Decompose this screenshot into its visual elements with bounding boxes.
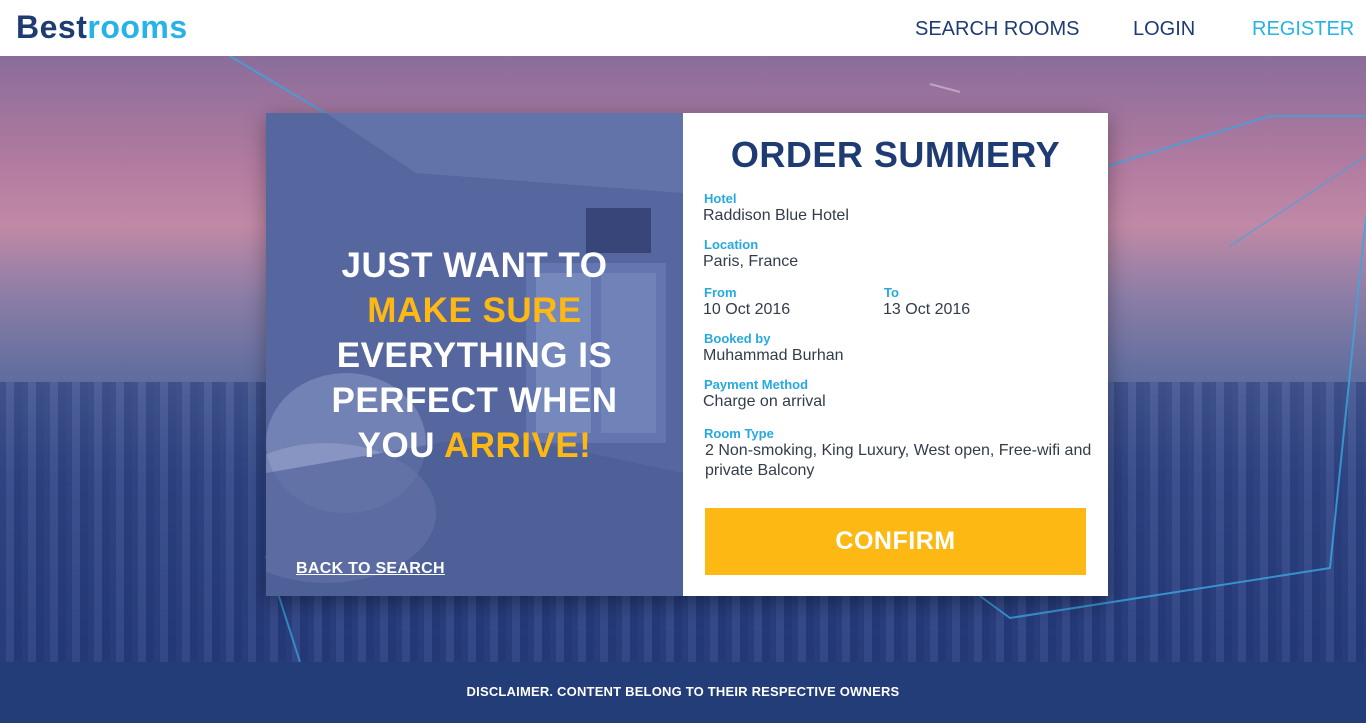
from-label: From <box>704 285 737 300</box>
tagline-line-4: PERFECT WHEN <box>331 381 618 420</box>
hotel-label: Hotel <box>704 191 737 206</box>
footer-disclaimer: DISCLAIMER. CONTENT BELONG TO THEIR RESP… <box>466 684 900 699</box>
room-type-label: Room Type <box>704 426 774 441</box>
booked-by-value: Muhammad Burhan <box>703 347 844 364</box>
promo-panel: JUST WANT TO MAKE SURE EVERYTHING IS PER… <box>266 113 683 596</box>
room-type-value: 2 Non-smoking, King Luxury, West open, F… <box>705 442 1092 479</box>
location-value: Paris, France <box>703 253 799 270</box>
tagline-line-1: JUST WANT TO <box>341 246 608 285</box>
bestrooms-logo[interactable]: Bestrooms <box>16 8 188 46</box>
confirm-button[interactable]: CONFIRM <box>705 508 1086 575</box>
tagline-you: YOU <box>357 426 435 465</box>
order-summary-title: ORDER SUMMERY <box>730 134 1061 175</box>
to-date-field: To 13 Oct 2016 <box>883 286 970 319</box>
to-value: 13 Oct 2016 <box>883 301 971 318</box>
promo-tagline: JUST WANT TO MAKE SURE EVERYTHING IS PER… <box>266 243 683 468</box>
nav-login-link[interactable]: LOGIN <box>1133 17 1195 41</box>
tagline-arrive: ARRIVE! <box>443 426 592 465</box>
to-label: To <box>884 285 899 300</box>
footer: DISCLAIMER. CONTENT BELONG TO THEIR RESP… <box>0 662 1366 723</box>
nav-search-rooms-link[interactable]: SEARCH ROOMS <box>915 17 1079 41</box>
location-field: Location Paris, France <box>703 238 798 271</box>
tagline-line-2: MAKE SURE <box>367 291 582 330</box>
location-label: Location <box>704 237 759 252</box>
order-summary-panel: ORDER SUMMERY Hotel Raddison Blue Hotel … <box>683 113 1108 596</box>
payment-method-label: Payment Method <box>704 377 809 392</box>
tagline-line-3: EVERYTHING IS <box>336 336 613 375</box>
order-card: JUST WANT TO MAKE SURE EVERYTHING IS PER… <box>266 113 1108 596</box>
from-date-field: From 10 Oct 2016 <box>703 286 790 319</box>
logo-text-best: Best <box>16 9 88 45</box>
payment-method-field: Payment Method Charge on arrival <box>703 378 826 411</box>
hotel-field: Hotel Raddison Blue Hotel <box>703 192 849 225</box>
logo-text-rooms: rooms <box>87 9 188 45</box>
nav-register-link[interactable]: REGISTER <box>1252 17 1354 41</box>
back-to-search-link[interactable]: BACK TO SEARCH <box>296 560 445 578</box>
booked-by-label: Booked by <box>704 331 771 346</box>
room-type-field: Room Type 2 Non-smoking, King Luxury, We… <box>703 427 1098 481</box>
tagline-line-5: YOU ARRIVE! <box>266 423 683 468</box>
booked-by-field: Booked by Muhammad Burhan <box>703 332 844 365</box>
payment-method-value: Charge on arrival <box>703 393 826 410</box>
hotel-value: Raddison Blue Hotel <box>703 207 849 224</box>
top-header: Bestrooms SEARCH ROOMS LOGIN REGISTER <box>0 0 1366 56</box>
from-value: 10 Oct 2016 <box>703 301 791 318</box>
